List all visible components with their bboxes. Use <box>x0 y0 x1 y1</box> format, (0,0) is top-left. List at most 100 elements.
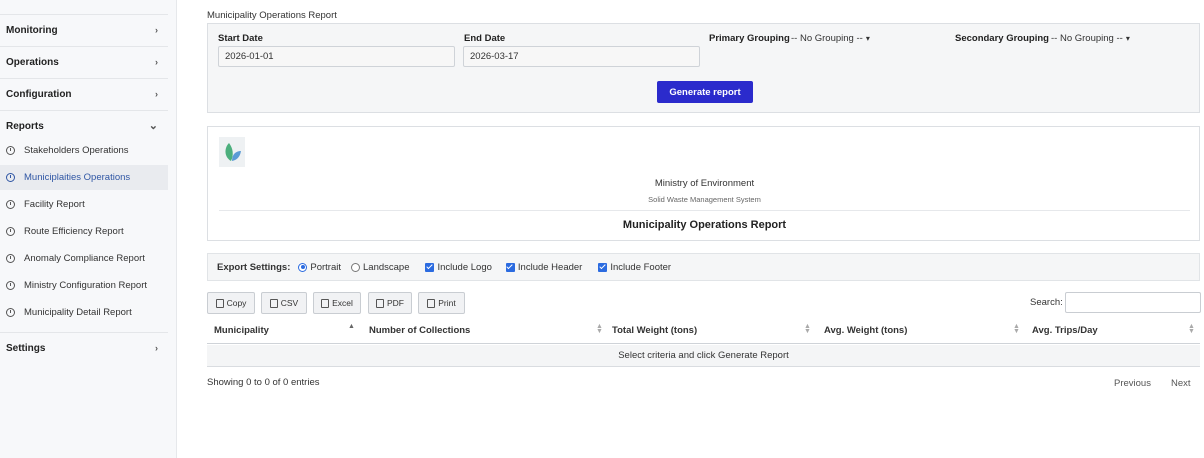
copy-label: Copy <box>226 298 247 308</box>
report-title: Municipality Operations Report <box>622 219 787 231</box>
sort-icon[interactable]: ▲ ▼ <box>1188 323 1195 335</box>
csv-label: CSV <box>280 298 299 308</box>
chevron-down-icon: ▾ <box>865 34 870 43</box>
divider <box>219 210 1190 211</box>
previous-page-button[interactable]: Previous <box>1114 378 1151 389</box>
leaf-logo-icon <box>219 137 245 167</box>
column-header-avg-weight[interactable]: Avg. Weight (tons) <box>824 325 907 336</box>
sidebar-section-configuration[interactable]: Configuration › <box>0 78 168 109</box>
csv-button[interactable]: CSV <box>261 292 307 314</box>
excel-button[interactable]: Excel <box>313 292 361 314</box>
include-footer-option[interactable]: Include Footer <box>598 262 671 273</box>
excel-icon <box>321 298 330 308</box>
secondary-grouping-value: -- No Grouping -- <box>1051 33 1123 44</box>
landscape-radio[interactable] <box>351 262 360 272</box>
sidebar-section-label: Operations <box>6 56 59 68</box>
column-header-collections[interactable]: Number of Collections <box>369 325 470 336</box>
column-header-municipality[interactable]: Municipality <box>214 325 269 336</box>
sidebar-item-label: Route Efficiency Report <box>24 226 124 237</box>
sidebar-item-stakeholders-operations[interactable]: Stakeholders Operations <box>0 138 168 163</box>
primary-grouping-label: Primary Grouping <box>709 33 790 44</box>
chevron-right-icon: › <box>155 57 158 67</box>
export-settings-label: Export Settings: <box>217 261 291 273</box>
search-input[interactable] <box>1065 292 1201 313</box>
clock-icon <box>6 281 15 290</box>
include-header-option[interactable]: Include Header <box>505 261 583 273</box>
sidebar-item-label: Anomaly Compliance Report <box>24 253 145 264</box>
copy-button[interactable]: Copy <box>207 292 255 314</box>
include-logo-checkbox[interactable] <box>425 262 435 272</box>
chevron-down-icon: ⌄ <box>148 120 158 132</box>
clock-icon <box>6 200 15 209</box>
sidebar-item-label: Facility Report <box>24 199 85 210</box>
sidebar-item-municipality-detail-report[interactable]: Municipality Detail Report <box>0 300 168 325</box>
sidebar-section-label: Monitoring <box>6 24 58 36</box>
include-header-checkbox[interactable] <box>505 262 515 272</box>
chevron-right-icon: › <box>155 343 158 353</box>
sidebar-item-label: Municipality Detail Report <box>24 307 132 318</box>
chevron-down-icon: ▾ <box>1125 34 1130 43</box>
portrait-label: Portrait <box>310 261 341 273</box>
pdf-icon <box>376 298 384 308</box>
chevron-right-icon: › <box>155 89 158 99</box>
table-info: Showing 0 to 0 of 0 entries <box>207 377 320 388</box>
primary-grouping-select[interactable]: -- No Grouping -- ▾ <box>791 33 870 44</box>
portrait-radio[interactable] <box>298 262 308 272</box>
print-button[interactable]: Print <box>418 292 465 314</box>
table-header-divider <box>207 343 1200 344</box>
column-header-avg-trips[interactable]: Avg. Trips/Day <box>1032 325 1098 336</box>
sidebar-item-ministry-configuration-report[interactable]: Ministry Configuration Report <box>0 273 168 298</box>
sidebar-item-label: Stakeholders Operations <box>24 145 129 156</box>
sidebar-item-label: Municiplaities Operations <box>24 172 131 183</box>
excel-label: Excel <box>332 298 353 308</box>
generate-report-button[interactable]: Generate report <box>657 81 753 103</box>
include-logo-option[interactable]: Include Logo <box>425 261 492 273</box>
clock-icon <box>6 254 15 263</box>
sidebar-section-label: Reports <box>6 120 44 132</box>
sidebar-section-monitoring[interactable]: Monitoring › <box>0 14 168 45</box>
sidebar-item-municipalities-operations[interactable]: Municiplaities Operations <box>0 165 168 190</box>
include-footer-checkbox[interactable] <box>598 262 608 272</box>
search-label: Search: <box>1030 297 1063 308</box>
end-date-label: End Date <box>464 33 506 44</box>
sidebar-section-operations[interactable]: Operations › <box>0 46 168 77</box>
landscape-label: Landscape <box>363 261 410 273</box>
sort-icon[interactable]: ▲ ▼ <box>804 323 811 335</box>
start-date-input[interactable] <box>218 46 455 67</box>
csv-icon <box>269 298 278 308</box>
clock-icon <box>6 308 15 317</box>
next-page-button[interactable]: Next <box>1171 378 1191 389</box>
report-header-preview: Ministry of Environment Solid Waste Mana… <box>207 126 1200 241</box>
sidebar-item-label: Ministry Configuration Report <box>24 280 148 291</box>
secondary-grouping-select[interactable]: -- No Grouping -- ▾ <box>1051 33 1130 44</box>
copy-icon <box>215 298 224 308</box>
sidebar-section-label: Configuration <box>6 88 72 100</box>
portrait-option[interactable]: Portrait <box>298 262 341 273</box>
sort-icon[interactable]: ▲ ▼ <box>596 323 603 335</box>
report-organization: Ministry of Environment <box>654 178 755 189</box>
sidebar-item-anomaly-compliance-report[interactable]: Anomaly Compliance Report <box>0 246 168 271</box>
sort-icon[interactable]: ▲ ▼ <box>1013 323 1020 335</box>
include-footer-label: Include Footer <box>610 261 672 273</box>
include-header-label: Include Header <box>517 261 583 273</box>
pdf-button[interactable]: PDF <box>368 292 412 314</box>
clock-icon <box>6 173 15 182</box>
sidebar: Monitoring › Operations › Configuration … <box>0 0 177 458</box>
sidebar-item-facility-report[interactable]: Facility Report <box>0 192 168 217</box>
print-label: Print <box>438 298 456 308</box>
export-settings: Export Settings: Portrait Landscape Incl… <box>207 253 1200 281</box>
secondary-grouping-label: Secondary Grouping <box>955 33 1049 44</box>
sidebar-section-settings[interactable]: Settings › <box>0 332 168 363</box>
report-system-name: Solid Waste Management System <box>648 195 761 204</box>
end-date-input[interactable] <box>463 46 700 67</box>
landscape-option[interactable]: Landscape <box>351 262 409 273</box>
clock-icon <box>6 146 15 155</box>
column-header-total-weight[interactable]: Total Weight (tons) <box>612 325 697 336</box>
include-logo-label: Include Logo <box>437 261 492 273</box>
sidebar-section-reports[interactable]: Reports ⌄ <box>0 110 168 141</box>
page-title: Municipality Operations Report <box>207 10 337 21</box>
sort-ascending-icon[interactable]: ▲ <box>348 323 355 330</box>
sidebar-item-route-efficiency-report[interactable]: Route Efficiency Report <box>0 219 168 244</box>
sidebar-section-label: Settings <box>6 342 46 354</box>
table-empty-row: Select criteria and click Generate Repor… <box>207 345 1200 367</box>
